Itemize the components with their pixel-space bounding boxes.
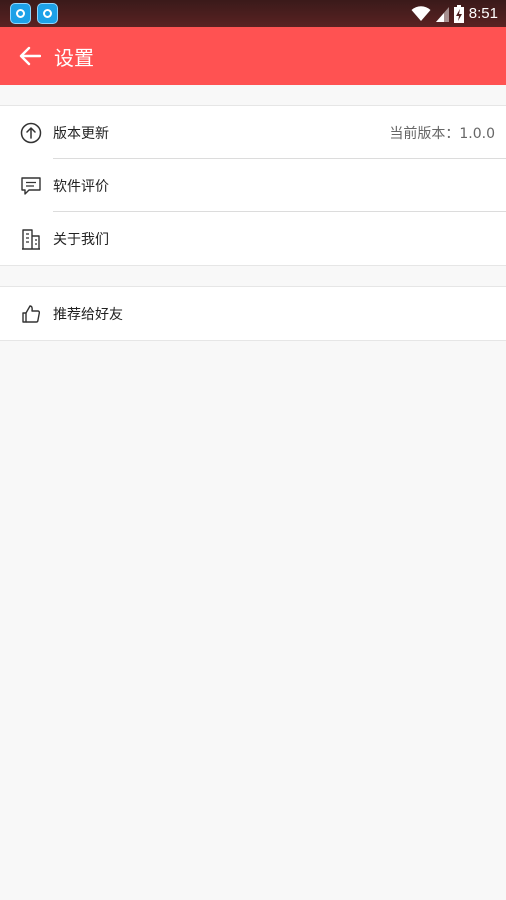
thumbs-up-icon <box>20 303 42 325</box>
notification-app-icon <box>10 3 31 24</box>
software-review-item[interactable]: 软件评价 <box>0 159 506 212</box>
about-us-item[interactable]: 关于我们 <box>0 212 506 265</box>
share-group: 推荐给好友 <box>0 286 506 341</box>
battery-charging-icon <box>453 4 464 23</box>
recommend-to-friends-label: 推荐给好友 <box>53 306 123 323</box>
back-arrow-icon <box>19 46 41 66</box>
back-button[interactable] <box>8 27 52 85</box>
software-review-label: 软件评价 <box>53 178 109 195</box>
version-update-item[interactable]: 版本更新 当前版本：1.0.0 <box>0 106 506 159</box>
status-bar: 8:51 <box>0 0 506 27</box>
message-icon <box>20 175 42 197</box>
about-us-label: 关于我们 <box>53 231 109 248</box>
building-icon <box>20 228 42 250</box>
settings-group: 版本更新 当前版本：1.0.0 软件评价 关于我们 <box>0 105 506 266</box>
version-update-label: 版本更新 <box>53 125 109 142</box>
app-bar: 设置 <box>0 27 506 85</box>
wifi-icon <box>411 5 431 21</box>
current-version-text: 当前版本：1.0.0 <box>389 125 495 142</box>
arrow-up-circle-icon <box>20 122 42 144</box>
notification-app-icon <box>37 3 58 24</box>
signal-icon <box>435 6 449 22</box>
status-time: 8:51 <box>468 5 498 22</box>
recommend-to-friends-item[interactable]: 推荐给好友 <box>0 287 506 340</box>
page-title: 设置 <box>54 45 94 70</box>
